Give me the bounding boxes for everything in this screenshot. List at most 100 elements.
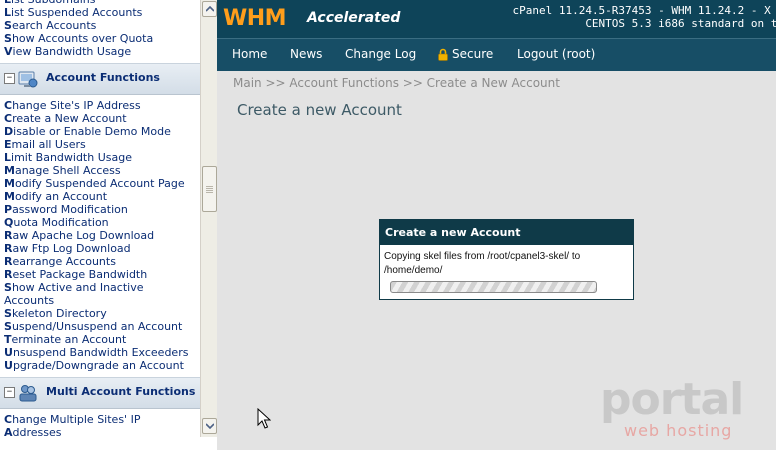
link-initial: L: [4, 6, 12, 19]
link-initial: S: [4, 320, 12, 333]
sidebar-link[interactable]: Manage Shell Access: [4, 164, 121, 177]
nav-secure[interactable]: Secure: [452, 47, 493, 61]
link-label: aw Apache Log Download: [12, 229, 155, 242]
breadcrumb[interactable]: Main >> Account Functions >> Create a Ne…: [233, 76, 560, 90]
link-label: keleton Directory: [11, 307, 107, 320]
os-info: CENTOS 5.3 i686 standard on te: [585, 17, 776, 30]
link-label: ddresses: [12, 426, 62, 439]
link-initial: U: [4, 359, 13, 372]
link-label: uota Modification: [13, 216, 109, 229]
link-initial: E: [4, 138, 12, 151]
progress-bar: [390, 281, 597, 293]
dialog-message: Copying skel files from /root/cpanel3-sk…: [384, 251, 581, 276]
link-label: odify an Account: [14, 190, 108, 203]
sidebar-link[interactable]: Create a New Account: [4, 112, 127, 125]
link-initial: T: [4, 333, 12, 346]
link-initial: C: [4, 99, 13, 112]
scroll-down-button[interactable]: [202, 418, 217, 434]
link-label: isable or Enable Demo Mode: [13, 125, 171, 138]
sidebar-link[interactable]: Show Accounts over Quota: [4, 32, 153, 45]
sidebar-link[interactable]: Upgrade/Downgrade an Account: [4, 359, 184, 372]
scroll-up-button[interactable]: [202, 1, 217, 17]
dialog-header: Create a new Account: [380, 220, 633, 245]
sidebar-link[interactable]: Change Site's IP Address: [4, 99, 141, 112]
sidebar-link[interactable]: Rearrange Accounts: [4, 255, 116, 268]
link-label: how Active and Inactive: [11, 281, 144, 294]
sidebar-link[interactable]: Password Modification: [4, 203, 128, 216]
sidebar-link[interactable]: Addresses: [4, 426, 62, 439]
link-label: nsuspend Bandwidth Exceeders: [12, 346, 189, 359]
link-label: earch Accounts: [11, 19, 97, 32]
link-label: assword Modification: [12, 203, 128, 216]
link-initial: S: [4, 19, 12, 32]
portal-watermark-logo: portal: [600, 374, 744, 425]
link-label: erminate an Account: [11, 333, 127, 346]
link-initial: L: [4, 151, 12, 164]
sidebar-link[interactable]: Raw Ftp Log Download: [4, 242, 131, 255]
sidebar-link[interactable]: Show Active and Inactive: [4, 281, 144, 294]
link-label: ist Suspended Accounts: [11, 6, 143, 19]
sidebar-link[interactable]: Suspend/Unsuspend an Account: [4, 320, 182, 333]
link-label: uspend/Unsuspend an Account: [11, 320, 183, 333]
chevron-down-icon: [206, 423, 214, 429]
sidebar-link[interactable]: Modify Suspended Account Page: [4, 177, 185, 190]
sidebar-link[interactable]: Modify an Account: [4, 190, 107, 203]
link-initial: S: [4, 32, 12, 45]
sidebar-link[interactable]: List Suspended Accounts: [4, 6, 142, 19]
link-label: reate a New Account: [12, 112, 127, 125]
link-label: how Accounts over Quota: [11, 32, 154, 45]
sidebar-menu: List SubdomainsList Suspended AccountsSe…: [0, 0, 200, 450]
sidebar-link[interactable]: Terminate an Account: [4, 333, 126, 346]
sidebar-link[interactable]: Quota Modification: [4, 216, 109, 229]
progress-dialog: Create a new Account Copying skel files …: [379, 219, 634, 300]
nav-home[interactable]: Home: [232, 47, 267, 61]
whm-header: WHM Accelerated cPanel 11.24.5-R37453 - …: [217, 0, 776, 38]
sidebar-scrollbar[interactable]: [200, 0, 218, 437]
whm-logo-subtitle: Accelerated: [307, 10, 401, 26]
sidebar-link[interactable]: Email all Users: [4, 138, 86, 151]
link-label: odify Suspended Account Page: [14, 177, 185, 190]
account-functions-icon: [18, 71, 38, 88]
sidebar-link[interactable]: Limit Bandwidth Usage: [4, 151, 132, 164]
nav-news[interactable]: News: [290, 47, 322, 61]
sidebar-link[interactable]: Search Accounts: [4, 19, 96, 32]
scroll-thumb[interactable]: [202, 166, 217, 212]
link-initial: C: [4, 112, 13, 125]
sidebar-link[interactable]: Unsuspend Bandwidth Exceeders: [4, 346, 188, 359]
link-initial: V: [4, 45, 13, 58]
sidebar-link[interactable]: Raw Apache Log Download: [4, 229, 154, 242]
link-label: iew Bandwidth Usage: [12, 45, 132, 58]
section-title: Account Functions: [46, 71, 160, 84]
link-initial: S: [4, 281, 12, 294]
nav-logout[interactable]: Logout (root): [517, 47, 595, 61]
link-label: pgrade/Downgrade an Account: [12, 359, 184, 372]
link-initial: D: [4, 125, 14, 138]
watermark-tagline: web hosting: [624, 421, 733, 440]
sidebar-link[interactable]: Accounts: [4, 294, 54, 307]
nav-change-log[interactable]: Change Log: [345, 47, 416, 61]
section-title: Multi Account Functions: [46, 385, 196, 398]
sidebar-link[interactable]: Disable or Enable Demo Mode: [4, 125, 171, 138]
link-initial: A: [4, 426, 13, 439]
top-nav: Home News Change Log Secure Logout (root…: [217, 38, 776, 71]
link-initial: M: [4, 190, 15, 203]
section-multi-account-functions[interactable]: − Multi Account Functions: [0, 377, 200, 409]
link-label: hange Site's IP Address: [12, 99, 141, 112]
link-label: earrange Accounts: [12, 255, 116, 268]
link-label: anage Shell Access: [14, 164, 121, 177]
chevron-up-icon: [206, 6, 214, 12]
sidebar-link[interactable]: Skeleton Directory: [4, 307, 107, 320]
whm-logo: WHM: [223, 6, 287, 31]
version-info: cPanel 11.24.5-R37453 - WHM 11.24.2 - X …: [512, 4, 776, 17]
collapse-toggle-icon[interactable]: −: [4, 387, 15, 398]
mouse-cursor-icon: [257, 408, 271, 429]
sidebar-link[interactable]: View Bandwidth Usage: [4, 45, 131, 58]
lock-icon: [438, 48, 448, 61]
link-initial: S: [4, 307, 12, 320]
link-initial: M: [4, 177, 15, 190]
link-initial: Q: [4, 216, 14, 229]
sidebar-link[interactable]: Change Multiple Sites' IP: [4, 413, 140, 426]
collapse-toggle-icon[interactable]: −: [4, 73, 15, 84]
section-account-functions[interactable]: − Account Functions: [0, 63, 200, 95]
sidebar-link[interactable]: Reset Package Bandwidth: [4, 268, 147, 281]
